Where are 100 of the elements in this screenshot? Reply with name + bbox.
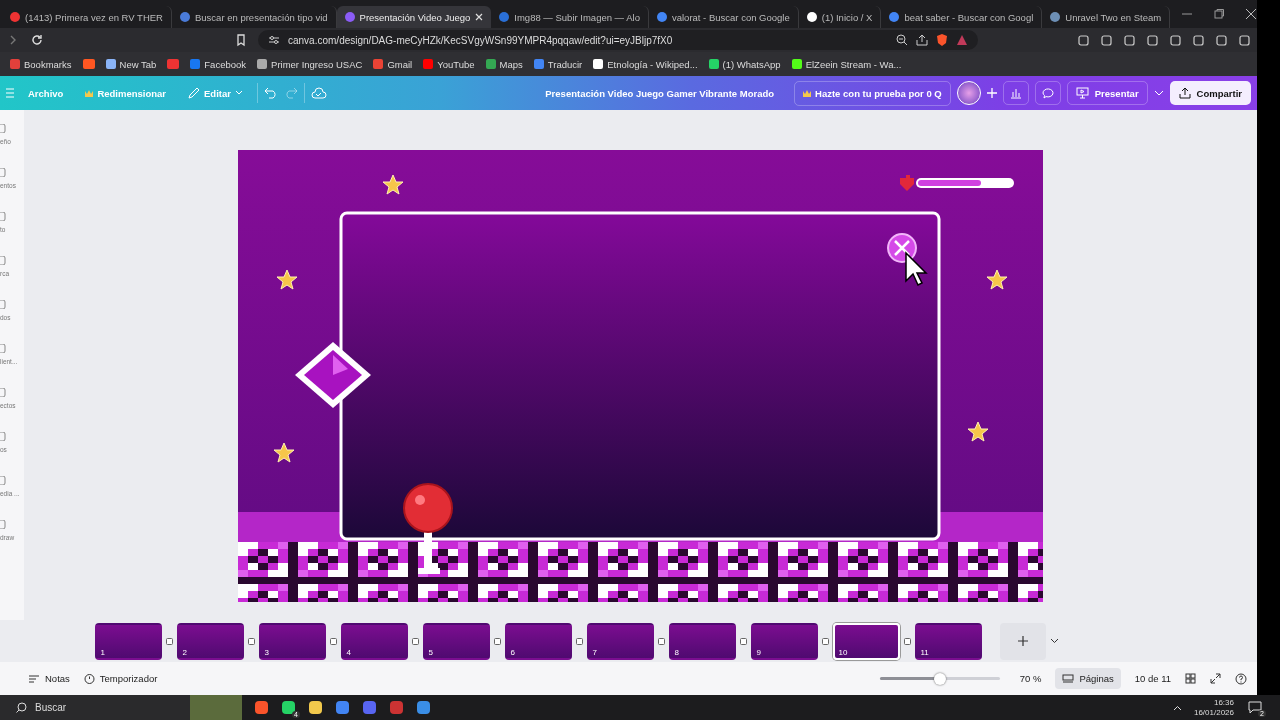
tool-icon xyxy=(0,300,6,309)
search-icon xyxy=(16,702,27,713)
transition-icon[interactable] xyxy=(329,637,337,645)
pages-button[interactable]: Páginas xyxy=(1055,668,1121,689)
presentation-icon xyxy=(1075,87,1089,99)
clock-date: 16/01/2026 xyxy=(1193,707,1234,718)
transition-icon[interactable] xyxy=(821,637,829,645)
page-thumbnail[interactable]: 10 xyxy=(832,622,900,660)
slide-canvas[interactable] xyxy=(238,150,1043,602)
help-icon[interactable] xyxy=(1235,672,1247,685)
close-icon[interactable] xyxy=(1246,9,1257,19)
page-thumbnail[interactable]: 4 xyxy=(340,622,408,660)
site-icon xyxy=(533,59,544,69)
site-icon xyxy=(1050,12,1061,22)
bookmark-link[interactable]: (1) WhatsApp xyxy=(708,58,781,70)
transition-icon[interactable] xyxy=(493,637,501,645)
comment-button[interactable] xyxy=(1034,81,1061,105)
pages-icon xyxy=(1062,673,1075,684)
reload-icon[interactable] xyxy=(30,33,44,47)
share-icon[interactable] xyxy=(916,34,928,46)
avatar[interactable] xyxy=(956,81,981,105)
insights-button[interactable] xyxy=(1002,81,1029,105)
transition-icon[interactable] xyxy=(903,637,911,645)
document-title[interactable]: Presentación Video Juego Gamer Vibrante Morado xyxy=(545,87,775,99)
bookmark-link[interactable]: Maps xyxy=(485,58,523,70)
lion-shield-icon[interactable] xyxy=(936,34,948,46)
zoom-percentage[interactable]: 70 % xyxy=(1019,673,1042,684)
present-button[interactable]: Presentar xyxy=(1066,81,1148,105)
page-thumbnail[interactable]: 1 xyxy=(94,622,162,660)
bookmark-link[interactable]: YouTube xyxy=(423,58,475,70)
tool-icon xyxy=(0,432,6,441)
page-thumbnail[interactable]: 5 xyxy=(422,622,490,660)
timer-button[interactable]: Temporizador xyxy=(83,673,158,684)
page-thumbnail[interactable]: 2 xyxy=(176,622,244,660)
star-drawing xyxy=(967,421,989,442)
bookmark-link[interactable]: Primer Ingreso USAC xyxy=(257,58,363,70)
zoom-icon[interactable] xyxy=(896,34,908,46)
page-thumbnail[interactable]: 8 xyxy=(668,622,736,660)
bookmark-link[interactable]: Traducir xyxy=(533,58,583,70)
undo-icon[interactable] xyxy=(263,87,278,99)
restore-icon[interactable] xyxy=(1214,9,1225,19)
cloud-icon[interactable] xyxy=(310,87,327,99)
chevron-icon xyxy=(234,90,243,96)
page-thumbnail[interactable]: 3 xyxy=(258,622,326,660)
bookmark-link[interactable]: Facebook xyxy=(190,58,247,70)
bookmark-link[interactable]: New Tab xyxy=(105,58,157,70)
notes-button[interactable]: Notas xyxy=(28,673,70,684)
notifications-icon[interactable] xyxy=(1248,701,1262,714)
bookmark-link[interactable]: Etnología - Wikiped... xyxy=(593,58,698,70)
site-icon xyxy=(257,59,268,69)
transition-icon[interactable] xyxy=(575,637,583,645)
site-icon xyxy=(373,59,384,69)
star-drawing xyxy=(382,174,404,195)
fullscreen-icon[interactable] xyxy=(1210,673,1221,684)
notes-icon xyxy=(28,673,40,684)
page-thumbnail[interactable]: 11 xyxy=(914,622,982,660)
timer-icon xyxy=(83,673,95,684)
page-thumbnail[interactable]: 6 xyxy=(504,622,572,660)
browser-tab[interactable]: Presentación Video Juego xyxy=(336,6,492,28)
site-icon xyxy=(105,59,116,69)
site-icon xyxy=(344,12,355,22)
clock-time: 16:36 xyxy=(1213,697,1234,708)
close-icon[interactable] xyxy=(475,13,484,21)
search-field[interactable]: Buscar xyxy=(0,695,190,720)
bookmark-site-icon[interactable] xyxy=(82,59,95,69)
page-number: 5 xyxy=(428,647,433,657)
chevron-up-icon[interactable] xyxy=(1172,704,1182,711)
add-icon[interactable] xyxy=(986,88,997,98)
photo-placeholder xyxy=(190,695,242,720)
triangle-icon[interactable] xyxy=(956,34,968,46)
crown-icon xyxy=(85,89,94,97)
transition-icon[interactable] xyxy=(165,637,173,645)
star-drawing xyxy=(273,442,295,463)
slider-thumb[interactable] xyxy=(933,672,946,685)
chevron-icon[interactable] xyxy=(1049,638,1059,644)
grid-icon[interactable] xyxy=(1185,673,1196,684)
address-bar[interactable]: canva.com/design/DAG-meCyHZk/KecSVgyWSn99YMPR4pqqaw/edit?ui=eyJBljp7fX0 xyxy=(258,30,978,50)
page-thumbnail[interactable]: 7 xyxy=(586,622,654,660)
site-icon xyxy=(10,12,20,22)
cursor-icon xyxy=(905,251,928,286)
bookmark-site-icon[interactable] xyxy=(167,59,180,69)
transition-icon[interactable] xyxy=(411,637,419,645)
bookmark-link[interactable]: Bookmarks xyxy=(10,58,72,70)
trial-button[interactable]: Hazte con tu prueba por 0 Q xyxy=(794,80,951,106)
page-thumbnail[interactable]: 9 xyxy=(750,622,818,660)
star-drawing xyxy=(276,269,298,290)
page-number: 1 xyxy=(100,647,105,657)
share-button[interactable]: Compartir xyxy=(1169,81,1251,105)
tool-icon xyxy=(0,256,6,265)
tool-icon xyxy=(0,344,6,353)
site-icon xyxy=(180,12,190,22)
add-icon xyxy=(1017,636,1028,646)
site-settings-icon[interactable] xyxy=(268,34,280,46)
tool-icon xyxy=(0,476,6,485)
transition-icon[interactable] xyxy=(247,637,255,645)
transition-icon[interactable] xyxy=(657,637,665,645)
transition-icon[interactable] xyxy=(739,637,747,645)
bookmark-link[interactable]: Gmail xyxy=(373,58,413,70)
bookmark-link[interactable]: ElZeein Stream - Wa... xyxy=(791,58,902,70)
bookmark-icon[interactable] xyxy=(234,33,248,47)
